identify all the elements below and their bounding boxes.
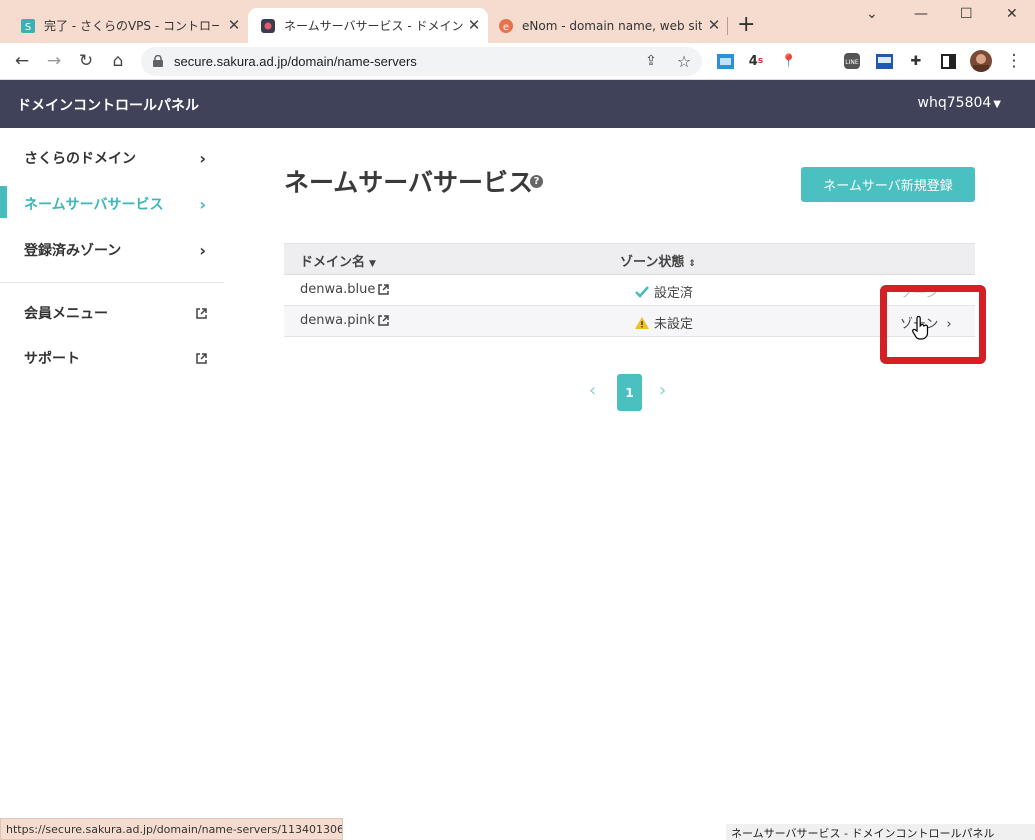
line-icon[interactable]: LINE [843,52,861,70]
browser-tab-strip: S 完了 - さくらのVPS - コントロールパネル ✕ ネームサーバサービス … [0,0,1035,43]
app-header: ドメインコントロールパネル whq75804 ▼ [0,80,1035,128]
status-text: 設定済 [654,286,694,301]
chevron-right-icon: › [199,194,206,214]
chevron-right-icon: › [199,148,206,168]
page-button-current[interactable]: 1 [617,374,642,411]
sakura-vps-favicon: S [20,18,36,34]
enom-favicon: e [498,18,514,34]
sort-desc-icon: ▼ [369,259,376,269]
domain-link[interactable]: denwa.blue [300,282,390,297]
caret-down-icon: ▼ [993,99,1001,110]
user-name: whq75804 [917,95,992,111]
external-link-icon [378,315,389,326]
tab-enom[interactable]: e eNom - domain name, web site hosting ✕ [488,8,728,43]
sidebar-item-label: さくらのドメイン [24,151,136,167]
extension-4s-icon[interactable]: 4s [747,52,765,70]
tab-name-servers[interactable]: ネームサーバサービス - ドメインコントロールパネル ✕ [248,8,488,43]
svg-text:S: S [25,22,31,33]
app-brand[interactable]: ドメインコントロールパネル [17,95,199,115]
new-tab-icon[interactable]: + [737,14,755,36]
svg-text:e: e [503,22,509,33]
sidebar-item-sakura-domain[interactable]: さくらのドメイン › [0,136,224,180]
page-title: ネームサーバサービス [284,168,534,197]
sidebar-item-label: 会員メニュー [24,306,108,322]
sidebar-item-label: サポート [24,351,80,367]
tab-title: eNom - domain name, web site hosting [522,18,702,33]
annotation-highlight-box [880,285,986,364]
table-row: denwa.pink 未設定 ゾーン› [284,306,975,337]
column-header-domain[interactable]: ドメイン名 ▼ [300,251,376,270]
window-close-icon[interactable]: ✕ [1006,6,1018,22]
sidebar-item-name-servers[interactable]: ネームサーバサービス › [0,182,224,226]
external-link-icon [196,307,207,319]
lock-icon [153,55,163,67]
close-icon[interactable]: ✕ [706,17,722,33]
taskbar-title: ネームサーバサービス - ドメインコントロールパネル [726,824,1035,840]
chevron-right-icon: › [199,240,206,260]
map-pin-icon[interactable]: 📍 [780,52,798,70]
puzzle-extensions-icon[interactable]: ✚ [907,52,925,70]
column-header-status[interactable]: ゾーン状態 ⇕ [620,251,696,270]
side-panel-icon[interactable] [939,52,957,70]
chevron-down-icon[interactable]: ⌄ [866,6,878,22]
help-icon[interactable]: ? [530,175,543,188]
close-icon[interactable]: ✕ [466,17,482,33]
domain-name: denwa.pink [300,313,375,328]
back-icon[interactable]: ← [12,51,32,71]
sidebar-item-label: 登録済みゾーン [24,243,122,259]
new-name-server-button[interactable]: ネームサーバ新規登録 [801,167,975,202]
domain-link[interactable]: denwa.pink [300,313,389,328]
tab-title: 完了 - さくらのVPS - コントロールパネル [44,19,219,33]
check-icon [635,285,649,298]
chevron-right-icon[interactable]: › [659,380,666,401]
sidebar-item-registered-zones[interactable]: 登録済みゾーン › [0,228,224,272]
extension-screenshot-icon[interactable] [716,52,734,70]
tab-sakura-vps[interactable]: S 完了 - さくらのVPS - コントロールパネル ✕ [0,8,248,43]
browser-toolbar: ← → ↻ ⌂ secure.sakura.ad.jp/domain/name-… [0,43,1035,80]
sidebar-item-label: ネームサーバサービス [24,197,164,213]
minimize-icon[interactable]: — [914,6,928,22]
column-label: ゾーン状態 [620,255,685,270]
extension-keep-icon[interactable] [875,52,893,70]
zone-status: 未設定 [635,313,693,332]
menu-kebab-icon[interactable]: ⋮ [1004,51,1024,71]
address-bar[interactable]: secure.sakura.ad.jp/domain/name-servers … [141,47,702,76]
home-icon[interactable]: ⌂ [108,51,128,71]
avatar[interactable] [970,50,992,72]
warning-icon [635,316,649,329]
taskbar-title-text: ネームサーバサービス - ドメインコントロールパネル [731,827,995,840]
sidebar-item-member-menu[interactable]: 会員メニュー [0,291,224,335]
link-status-bar: https://secure.sakura.ad.jp/domain/name-… [0,818,343,840]
external-link-icon [196,352,207,364]
chevron-left-icon[interactable]: ‹ [589,380,596,401]
maximize-icon[interactable]: ☐ [960,6,973,22]
sidebar-divider [0,282,224,283]
table-row: denwa.blue 設定済 ゾーン [284,275,975,306]
status-text: 未設定 [654,317,694,332]
svg-text:LINE: LINE [845,59,859,66]
hand-cursor-icon [912,316,929,340]
close-icon[interactable]: ✕ [226,17,242,33]
column-label: ドメイン名 [300,255,366,270]
zone-status: 設定済 [635,282,693,301]
sidebar-item-support[interactable]: サポート [0,336,224,380]
url-text: secure.sakura.ad.jp/domain/name-servers [174,54,417,69]
tab-divider [727,17,728,35]
user-menu[interactable]: whq75804 ▼ [918,95,1001,111]
forward-icon[interactable]: → [44,51,64,71]
bookmark-star-icon[interactable]: ☆ [674,51,694,71]
sakura-domain-favicon [260,18,276,34]
pagination: ‹ 1 › [585,374,675,411]
tab-title: ネームサーバサービス - ドメインコントロールパネル [284,19,464,33]
domain-name: denwa.blue [300,282,376,297]
external-link-icon [378,284,390,295]
reload-icon[interactable]: ↻ [76,51,96,71]
sort-icon: ⇕ [688,259,696,269]
table-header: ドメイン名 ▼ ゾーン状態 ⇕ [284,243,975,275]
share-icon[interactable]: ⇪ [641,51,661,71]
